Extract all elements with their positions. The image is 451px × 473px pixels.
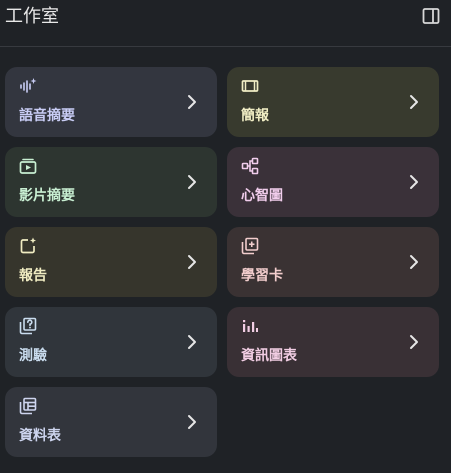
chevron-right-icon bbox=[410, 335, 418, 349]
card-label: 學習卡 bbox=[241, 268, 283, 284]
infographic-icon bbox=[243, 320, 258, 332]
card-label: 心智圖 bbox=[241, 188, 283, 204]
studio-header: 工作室 bbox=[0, 0, 451, 47]
chevron-right-icon bbox=[410, 95, 418, 109]
card-label: 影片摘要 bbox=[19, 188, 75, 204]
chevron-right-icon bbox=[188, 255, 196, 269]
quiz-icon bbox=[19, 317, 37, 335]
video-overview-card[interactable]: 影片摘要 bbox=[5, 147, 217, 217]
flashcards-card[interactable]: 學習卡 bbox=[227, 227, 439, 297]
chevron-right-icon bbox=[188, 335, 196, 349]
chevron-right-icon bbox=[410, 255, 418, 269]
side-panel-icon bbox=[422, 8, 440, 24]
quiz-card[interactable]: 測驗 bbox=[5, 307, 217, 377]
card-label: 報告 bbox=[19, 268, 47, 284]
card-label: 簡報 bbox=[241, 108, 269, 124]
audio-overview-card[interactable]: 語音摘要 bbox=[5, 67, 217, 137]
slides-icon bbox=[241, 80, 259, 92]
chevron-right-icon bbox=[410, 175, 418, 189]
data-table-icon bbox=[19, 397, 37, 415]
card-label: 語音摘要 bbox=[19, 108, 75, 124]
chevron-right-icon bbox=[188, 415, 196, 429]
card-label: 資料表 bbox=[19, 428, 61, 444]
card-label: 資訊圖表 bbox=[241, 348, 297, 364]
report-sparkle-icon bbox=[20, 237, 36, 254]
report-card[interactable]: 報告 bbox=[5, 227, 217, 297]
audio-waveform-sparkle-icon bbox=[20, 78, 37, 93]
mind-map-icon bbox=[241, 157, 259, 175]
panel-title: 工作室 bbox=[5, 6, 59, 27]
infographic-card[interactable]: 資訊圖表 bbox=[227, 307, 439, 377]
flashcards-icon bbox=[241, 237, 259, 255]
collapse-panel-button[interactable] bbox=[419, 4, 443, 28]
mind-map-card[interactable]: 心智圖 bbox=[227, 147, 439, 217]
slides-card[interactable]: 簡報 bbox=[227, 67, 439, 137]
chevron-right-icon bbox=[188, 95, 196, 109]
video-play-icon bbox=[19, 158, 37, 174]
card-label: 測驗 bbox=[19, 348, 47, 364]
data-table-card[interactable]: 資料表 bbox=[5, 387, 217, 457]
chevron-right-icon bbox=[188, 175, 196, 189]
